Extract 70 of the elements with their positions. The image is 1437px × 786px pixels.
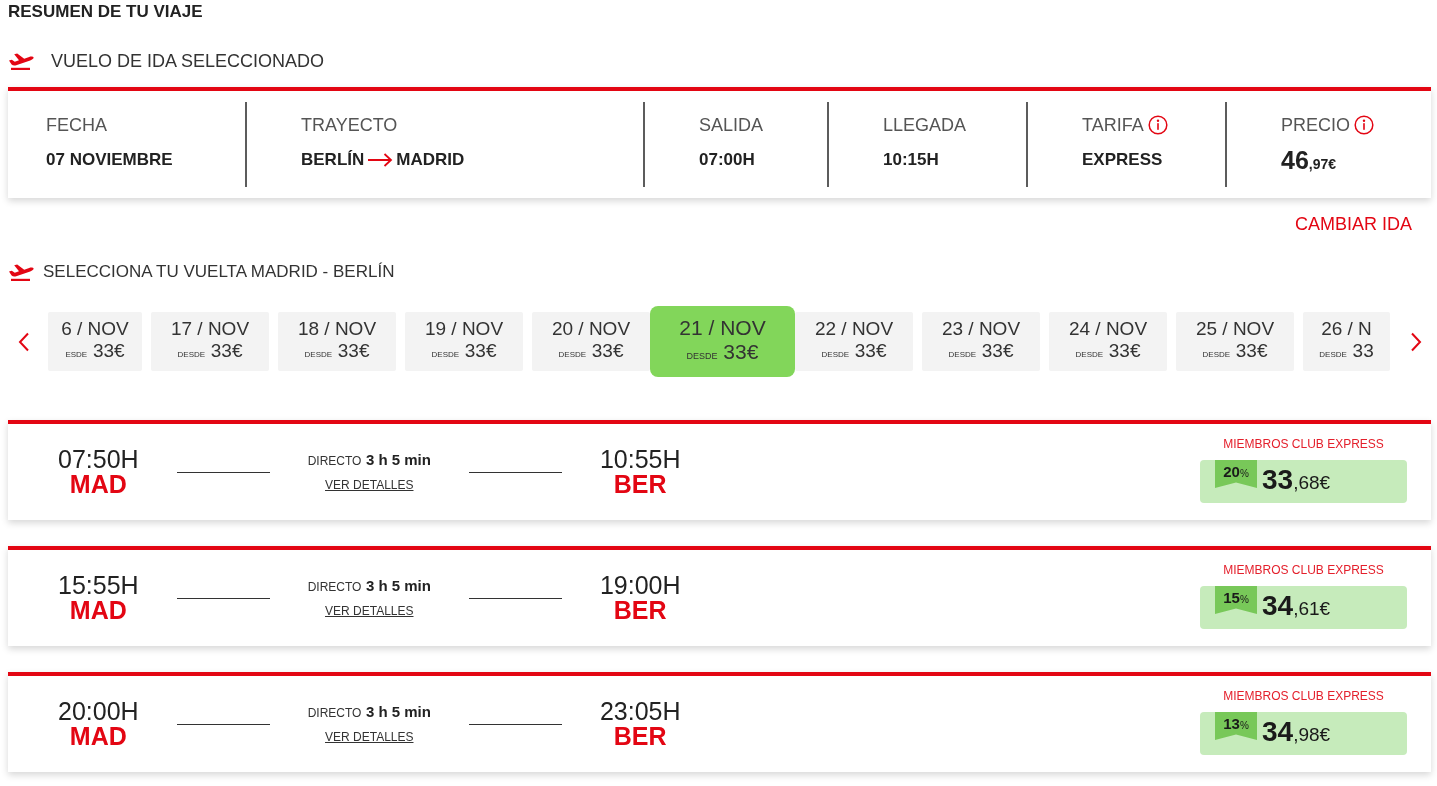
next-dates-button[interactable] <box>1410 331 1422 352</box>
origin-code: MAD <box>69 471 127 497</box>
field-label: TARIFA <box>1082 114 1144 136</box>
date-card[interactable]: 6 / NOV ESDE 33€ <box>48 312 142 371</box>
field-label: TRAYECTO <box>301 114 398 136</box>
field-label: PRECIO <box>1281 114 1350 136</box>
field-label: SALIDA <box>699 114 764 136</box>
field-value: 07 NOVIEMBRE <box>46 149 173 171</box>
flight-card[interactable]: 15:55H MAD DIRECTO 3 h 5 min VER DETALLES 19:00H BER MIEMBROS CLUB EXPRESS 15% 34,61€ <box>8 546 1431 646</box>
discount-badge: 20% <box>1215 460 1257 488</box>
date-card[interactable]: 26 / N DESDE 33 <box>1303 312 1390 371</box>
flight-duration: DIRECTO 3 h 5 min <box>307 701 431 722</box>
details-link[interactable]: VER DETALLES <box>325 472 414 497</box>
page-title: RESUMEN DE TU VIAJE <box>8 1 203 23</box>
field-label: LLEGADA <box>883 114 967 136</box>
date-card[interactable]: 18 / NOV DESDE 33€ <box>278 312 396 371</box>
destination-code: BER <box>613 597 667 623</box>
flight-card[interactable]: 07:50H MAD DIRECTO 3 h 5 min VER DETALLES 10:55H BER MIEMBROS CLUB EXPRESS 20% 33,68€ <box>8 420 1431 520</box>
discount-badge: 13% <box>1215 712 1257 740</box>
promo-label: MIEMBROS CLUB EXPRESS <box>1223 562 1384 578</box>
price-amount: 33,68€ <box>1262 463 1331 497</box>
destination-code: BER <box>613 471 667 497</box>
date-card[interactable]: 21 / NOV DESDE 33€ <box>650 306 795 377</box>
section-heading: VUELO DE IDA SELECCIONADO <box>51 50 325 72</box>
destination-code: BER <box>613 723 667 749</box>
airplane-takeoff-icon <box>8 52 34 70</box>
section-heading: SELECCIONA TU VUELTA MADRID - BERLÍN <box>43 261 395 283</box>
departure-time: 20:00H <box>58 699 139 723</box>
change-outbound-link[interactable]: CAMBIAR IDA <box>1294 213 1412 235</box>
discount-badge: 15% <box>1215 586 1257 614</box>
airplane-takeoff-icon <box>8 263 34 281</box>
date-card[interactable]: 19 / NOV DESDE 33€ <box>405 312 523 371</box>
field-value: EXPRESS <box>1082 149 1163 171</box>
date-card[interactable]: 22 / NOV DESDE 33€ <box>795 312 913 371</box>
route-origin: BERLÍN <box>301 149 365 171</box>
flight-duration: DIRECTO 3 h 5 min <box>307 575 431 596</box>
departure-time: 15:55H <box>58 573 139 597</box>
info-icon[interactable] <box>1354 115 1374 135</box>
price-amount: 46,97€ <box>1281 146 1337 176</box>
info-icon[interactable] <box>1147 115 1168 135</box>
origin-code: MAD <box>69 723 127 749</box>
date-card[interactable]: 17 / NOV DESDE 33€ <box>151 312 269 371</box>
date-card[interactable]: 24 / NOV DESDE 33€ <box>1049 312 1167 371</box>
field-value: 07:00H <box>699 149 755 171</box>
field-label: FECHA <box>46 114 107 136</box>
price-amount: 34,61€ <box>1262 589 1331 623</box>
arrival-time: 19:00H <box>599 573 681 597</box>
flight-card[interactable]: 20:00H MAD DIRECTO 3 h 5 min VER DETALLES 23:05H BER MIEMBROS CLUB EXPRESS 13% 34,98€ <box>8 672 1431 772</box>
arrival-time: 23:05H <box>599 699 681 723</box>
previous-dates-button[interactable] <box>18 331 30 352</box>
member-price-box[interactable]: 20% 33,68€ <box>1200 460 1407 503</box>
promo-label: MIEMBROS CLUB EXPRESS <box>1223 688 1384 704</box>
arrow-right-icon <box>367 153 394 167</box>
details-link[interactable]: VER DETALLES <box>325 724 414 749</box>
field-value: 10:15H <box>883 149 939 171</box>
member-price-box[interactable]: 13% 34,98€ <box>1200 712 1407 755</box>
member-price-box[interactable]: 15% 34,61€ <box>1200 586 1407 629</box>
date-card[interactable]: 25 / NOV DESDE 33€ <box>1176 312 1294 371</box>
arrival-time: 10:55H <box>599 447 681 471</box>
date-card[interactable]: 20 / NOV DESDE 33€ <box>532 312 650 371</box>
price-amount: 34,98€ <box>1262 715 1331 749</box>
chevron-left-icon <box>18 331 30 352</box>
origin-code: MAD <box>69 597 127 623</box>
date-card[interactable]: 23 / NOV DESDE 33€ <box>922 312 1040 371</box>
departure-time: 07:50H <box>58 447 139 471</box>
chevron-right-icon <box>1410 331 1422 352</box>
details-link[interactable]: VER DETALLES <box>325 598 414 623</box>
flight-duration: DIRECTO 3 h 5 min <box>307 449 431 470</box>
promo-label: MIEMBROS CLUB EXPRESS <box>1223 436 1384 452</box>
route-destination: MADRID <box>396 149 465 171</box>
